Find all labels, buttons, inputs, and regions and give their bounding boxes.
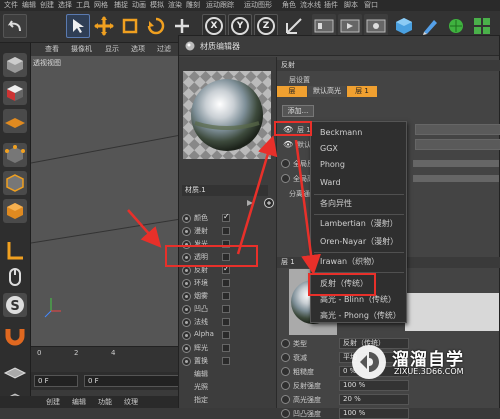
watermark-url: ZIXUE.3D66.COM (394, 367, 464, 376)
watermark: 溜溜自学 ZIXUE.3D66.COM (352, 343, 500, 381)
highlight-legacy-reflection (308, 273, 376, 296)
property-row[interactable]: 凹凸强度 100 % (281, 408, 499, 419)
watermark-logo-icon (352, 345, 386, 379)
arrow-to-reflection (127, 209, 162, 248)
property-value[interactable]: 100 % (339, 408, 409, 419)
arrow-to-add-button (236, 135, 278, 255)
arrow-to-legacy-reflection (294, 139, 321, 275)
highlight-reflection-channel (165, 245, 258, 267)
animate-radio[interactable] (281, 409, 290, 418)
property-label: 凹凸强度 (293, 410, 321, 418)
highlight-add-button (274, 121, 312, 136)
